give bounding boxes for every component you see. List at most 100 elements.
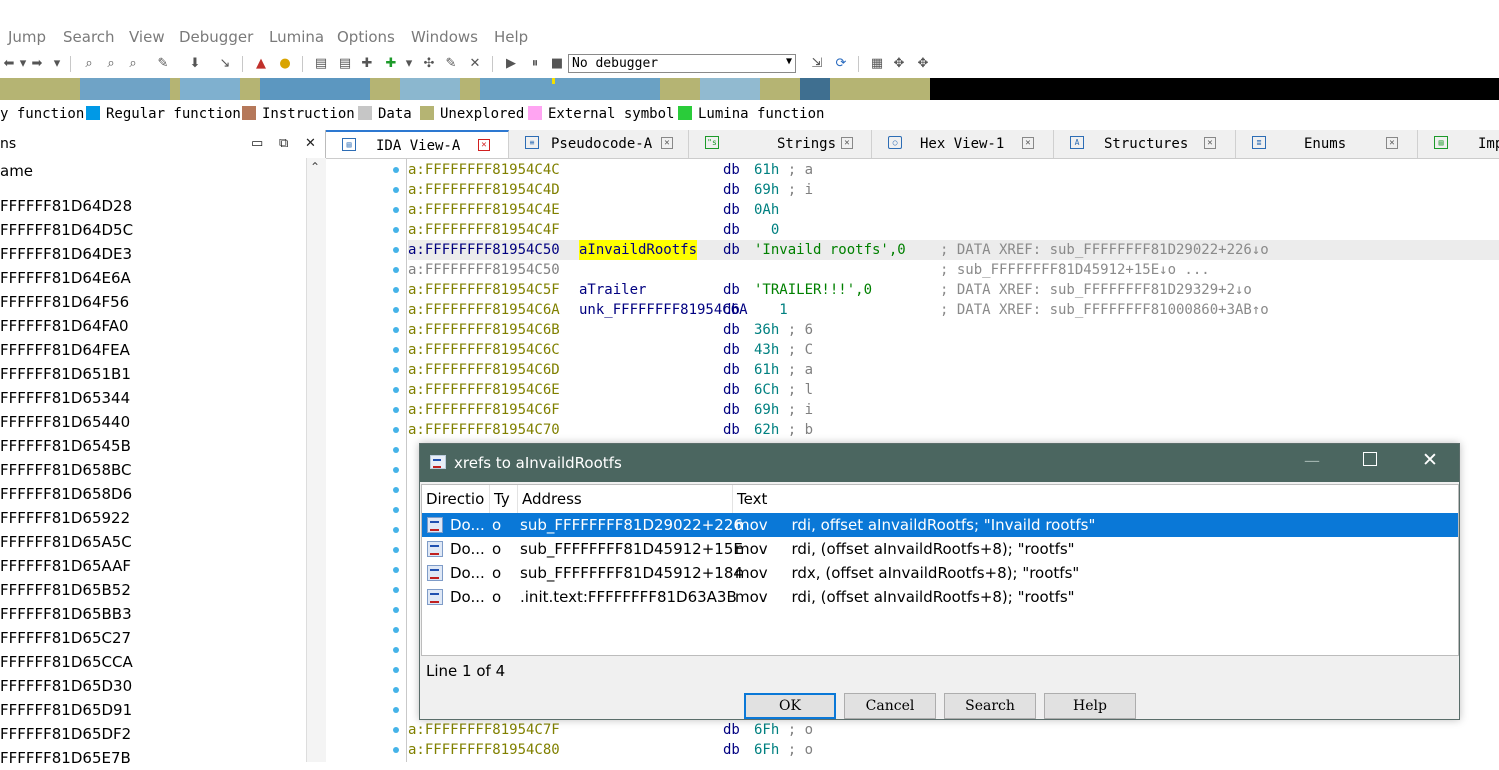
breakpoint-dot[interactable] [393,547,399,553]
function-list-item[interactable]: FFFFFF81D64F56 [0,290,306,314]
close-icon[interactable]: ✕ [1204,137,1216,149]
function-list-item[interactable]: FFFFFF81D65AAF [0,554,306,578]
function-list-item[interactable]: FFFFFF81D6545B [0,434,306,458]
breakpoint-dot[interactable] [393,627,399,633]
breakpoint-dot[interactable] [393,427,399,433]
float-icon[interactable]: ⧉ [279,136,288,151]
jump-down-icon[interactable]: ⬇ [186,54,204,72]
breakpoint-dot[interactable] [393,567,399,573]
menu-search[interactable]: Search [63,28,115,46]
line-label[interactable]: aInvaildRootfs [579,240,698,260]
column-address[interactable]: Address [522,490,582,508]
function-list-item[interactable]: FFFFFF81D65D30 [0,674,306,698]
function-list-item[interactable]: FFFFFF81D64E6A [0,266,306,290]
breakpoint-dot[interactable] [393,287,399,293]
forward-dropdown-icon[interactable]: ▾ [48,54,66,72]
stop-process-icon[interactable]: ■ [548,54,566,72]
patch-icon[interactable]: ✣ [420,54,438,72]
disasm-line[interactable]: a:FFFFFFFF81954C6C db 43h ; C [408,340,1499,360]
tab-hex-view-1[interactable]: ○ Hex View-1 ✕ [872,130,1054,158]
function-list-item[interactable]: FFFFFF81D65C27 [0,626,306,650]
functions-scrollbar[interactable]: ⌃ [306,158,326,762]
disasm-line[interactable]: a:FFFFFFFF81954C4C db 61h ; a [408,160,1499,180]
menu-view[interactable]: View [129,28,165,46]
function-list-item[interactable]: FFFFFF81D64FA0 [0,314,306,338]
pause-process-icon[interactable]: ⏸ [526,54,544,72]
close-icon[interactable]: ✕ [305,136,316,151]
function-list-item[interactable]: FFFFFF81D65BB3 [0,602,306,626]
xref-comment[interactable]: ; DATA XREF: sub_FFFFFFFF81D29329+2↓o [940,280,1252,300]
lumina-icon[interactable]: ● [276,54,294,72]
imports-icon[interactable]: ↘ [216,54,234,72]
function-list-item[interactable]: FFFFFF81D64D5C [0,218,306,242]
refresh-icon[interactable]: ⟳ [832,54,850,72]
disasm-line[interactable]: a:FFFFFFFF81954C6F db 69h ; i [408,400,1499,420]
breakpoint-dot[interactable] [393,747,399,753]
column-type[interactable]: Ty [494,490,510,508]
disasm-line[interactable]: a:FFFFFFFF81954C6B db 36h ; 6 [408,320,1499,340]
disasm-line[interactable]: a:FFFFFFFF81954C4D db 69h ; i [408,180,1499,200]
breakpoint-dot[interactable] [393,347,399,353]
close-icon[interactable]: ✕ [1022,137,1034,149]
tab-structures[interactable]: A Structures ✕ [1054,130,1236,158]
breakpoint-dot[interactable] [393,167,399,173]
tab-strings[interactable]: "s Strings ✕ [689,130,872,158]
breakpoint-dot[interactable] [393,587,399,593]
breakpoint-dot[interactable] [393,327,399,333]
tab-imports[interactable]: ▤ Imp [1418,130,1499,158]
breakpoint-dot[interactable] [393,307,399,313]
function-list-item[interactable]: FFFFFF81D64FEA [0,338,306,362]
cancel-button[interactable]: Cancel [844,693,936,719]
xref-comment[interactable]: ; sub_FFFFFFFF81D45912+15E↓o ... [940,260,1210,280]
dialog-title-bar[interactable]: xrefs to aInvaildRootfs — ✕ [420,444,1459,482]
breakpoint-dot[interactable] [393,187,399,193]
function-list-item[interactable]: FFFFFF81D65B52 [0,578,306,602]
function-list-item[interactable]: FFFFFF81D65922 [0,506,306,530]
add-icon[interactable]: ✚ [358,54,376,72]
menu-windows[interactable]: Windows [411,28,478,46]
create-function-icon[interactable]: ▤ [312,54,330,72]
debugger-select[interactable]: No debugger ▼ [568,54,796,73]
breakpoint-dot[interactable] [393,687,399,693]
disasm-line[interactable]: a:FFFFFFFF81954C7F db 6Fh ; o [408,720,1499,740]
disasm-line[interactable]: a:FFFFFFFF81954C4E db 0Ah [408,200,1499,220]
minimize-icon[interactable]: — [1304,451,1320,470]
forward-icon[interactable]: ➡ [28,54,46,72]
line-label[interactable]: aTrailer [579,280,646,300]
disasm-line[interactable]: a:FFFFFFFF81954C50 aInvaildRootfs db 'Invai… [408,240,1499,260]
menu-debugger[interactable]: Debugger [179,28,253,46]
column-text[interactable]: Text [737,490,767,508]
breakpoint-dot[interactable] [393,207,399,213]
disasm-line[interactable]: a:FFFFFFFF81954C6E db 6Ch ; l [408,380,1499,400]
function-name-column-header[interactable]: ame [0,162,306,184]
close-x-icon[interactable]: ✕ [466,54,484,72]
disasm-line[interactable]: a:FFFFFFFF81954C80 db 6Fh ; o [408,740,1499,760]
ok-button[interactable]: OK [744,693,836,719]
mark-icon[interactable]: ✎ [154,54,172,72]
function-list-item[interactable]: FFFFFF81D651B1 [0,362,306,386]
tab-ida-view-a[interactable]: ▤ IDA View-A ✕ [326,130,509,158]
function-list-item[interactable]: FFFFFF81D64DE3 [0,242,306,266]
menu-lumina[interactable]: Lumina [269,28,324,46]
xref-row[interactable]: Do... o sub_FFFFFFFF81D45912+184 mov rdx, (… [422,561,1458,585]
xref-row[interactable]: Do... o sub_FFFFFFFF81D29022+226 mov rdi, o… [422,513,1458,537]
breakpoint-dot[interactable] [393,707,399,713]
breakpoint-dot[interactable] [393,667,399,673]
start-process-icon[interactable]: ▶ [502,54,520,72]
disasm-line[interactable]: a:FFFFFFFF81954C50 ; sub_FFFFFFFF81D45912… [408,260,1499,280]
breakpoint-dot[interactable] [393,447,399,453]
maximize-icon[interactable] [1363,452,1377,466]
function-list-item[interactable]: FFFFFF81D64D28 [0,194,306,218]
function-list-item[interactable]: FFFFFF81D65CCA [0,650,306,674]
edit-icon[interactable]: ✎ [442,54,460,72]
warning-icon[interactable]: ▲ [252,54,270,72]
disasm-line[interactable]: a:FFFFFFFF81954C4F db 0 [408,220,1499,240]
breakpoints-icon[interactable]: ▦ [868,54,886,72]
close-icon[interactable]: ✕ [478,139,490,151]
search-next-icon[interactable]: ⌕ [124,54,142,72]
minimize-icon[interactable]: ▭ [251,136,263,151]
disasm-line[interactable]: a:FFFFFFFF81954C70 db 62h ; b [408,420,1499,440]
scroll-up-icon[interactable]: ⌃ [310,160,320,174]
close-icon[interactable]: ✕ [1422,449,1438,471]
navigation-band[interactable] [0,78,1499,100]
